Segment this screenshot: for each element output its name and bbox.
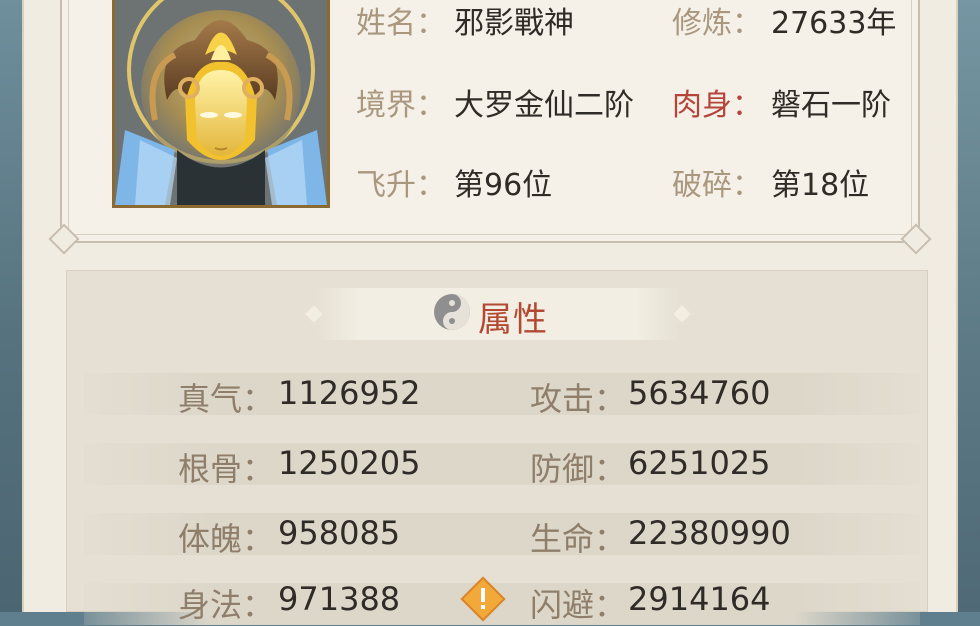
stat-value-hp: 22380990 (628, 514, 791, 552)
cultivation-value: 27633年 (771, 6, 897, 41)
stat-value-zhenqi: 1126952 (278, 374, 421, 412)
stat-value-shenfa: 971388 (278, 580, 401, 618)
stat-value-defense: 6251025 (628, 444, 771, 482)
stat-label-tipo: 体魄： (178, 520, 275, 558)
stat-label-gengu: 根骨： (178, 450, 275, 488)
ascension-value: 第96位 (454, 168, 553, 203)
stat-label-shenfa: 身法： (178, 586, 275, 624)
cultivation-label: 修炼： (672, 6, 762, 41)
attributes-title: 属性 (478, 300, 548, 340)
body-value: 磐石一阶 (771, 88, 891, 123)
stat-value-dodge: 2914164 (628, 580, 771, 618)
realm-label: 境界： (356, 88, 446, 123)
stat-value-gengu: 1250205 (278, 444, 421, 482)
stat-label-attack: 攻击： (530, 380, 627, 418)
realm-value: 大罗金仙二阶 (454, 88, 634, 123)
warning-diamond-icon[interactable] (460, 576, 506, 622)
helmet-warrior-portrait-icon (115, 0, 327, 205)
ascension-label: 飞升： (356, 168, 446, 203)
stat-label-hp: 生命： (530, 520, 627, 558)
name-label: 姓名： (356, 6, 446, 41)
stat-label-dodge: 闪避： (530, 586, 627, 624)
stat-label-zhenqi: 真气： (178, 380, 275, 418)
character-portrait[interactable] (112, 0, 330, 208)
yin-yang-icon (434, 294, 470, 330)
name-value: 邪影戰神 (454, 6, 574, 41)
stat-value-tipo: 958085 (278, 514, 401, 552)
shatter-label: 破碎： (672, 168, 762, 203)
stat-value-attack: 5634760 (628, 374, 771, 412)
body-label: 肉身： (672, 88, 762, 123)
shatter-value: 第18位 (771, 168, 870, 203)
stat-label-defense: 防御： (530, 450, 627, 488)
